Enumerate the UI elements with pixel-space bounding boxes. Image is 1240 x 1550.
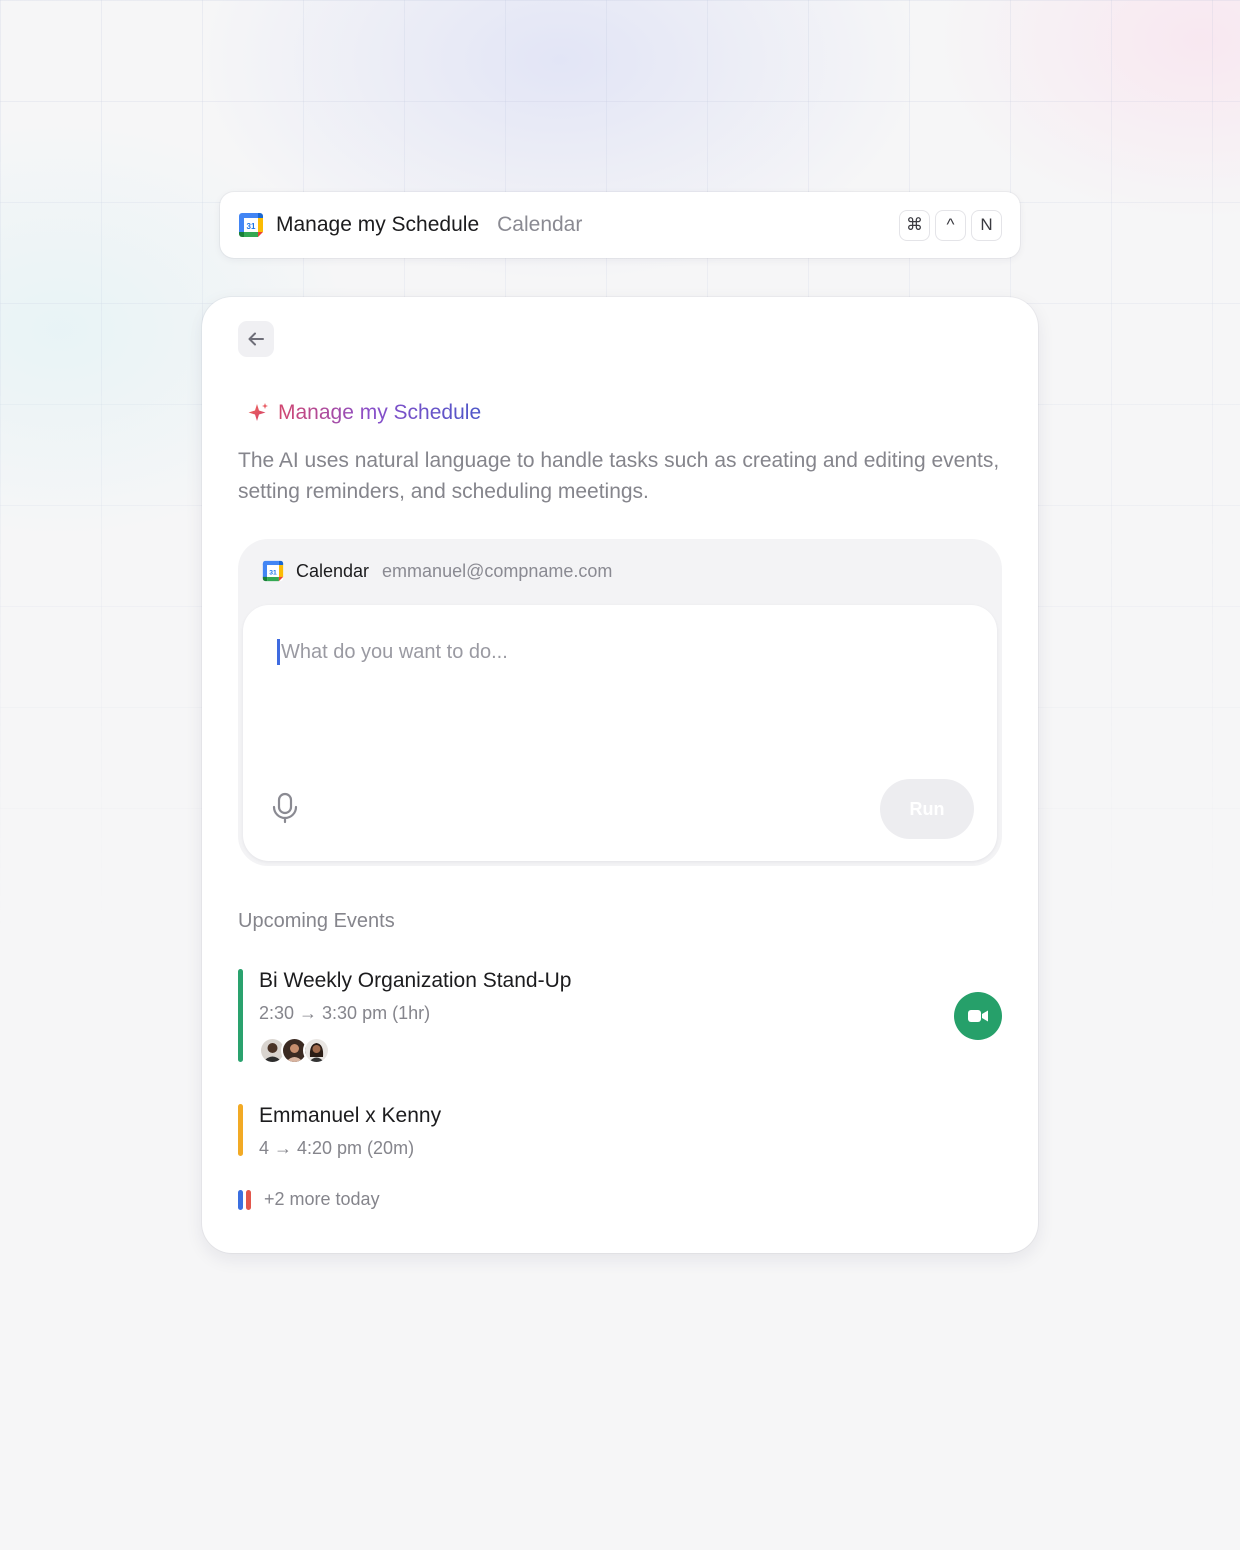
event-color-bar	[238, 1189, 243, 1210]
google-calendar-icon: 31	[262, 560, 284, 582]
event-time: 4 → 4:20 pm (20m)	[259, 1138, 415, 1158]
sparkle-icon	[248, 403, 268, 421]
microphone-icon[interactable]	[270, 791, 300, 825]
control-key: ^	[935, 209, 966, 241]
command-bar-title: Manage my Schedule	[276, 213, 480, 236]
command-bar[interactable]: 31 Manage my Schedule Calendar ⌘ ^ N	[220, 192, 1020, 258]
run-button[interactable]: Run	[880, 779, 974, 839]
arrow-left-icon	[248, 332, 264, 346]
feature-title-text: Manage my Schedule	[278, 401, 482, 424]
prompt-input[interactable]: What do you want to do...	[277, 639, 508, 665]
google-calendar-icon-text: 31	[247, 222, 256, 231]
shortcut-keys: ⌘ ^ N	[899, 209, 1002, 241]
google-calendar-icon: 31	[239, 213, 263, 237]
back-button[interactable]	[238, 321, 274, 357]
command-key: ⌘	[899, 209, 930, 241]
event-name: Bi Weekly Organization Stand-Up	[259, 969, 572, 992]
schedule-card: Manage my Schedule The AI uses natural l…	[202, 297, 1038, 1253]
avatar	[303, 1037, 330, 1064]
prompt-input-area[interactable]: What do you want to do... Run	[243, 605, 997, 861]
feature-title: Manage my Schedule	[246, 401, 481, 425]
event-color-bar	[246, 1189, 251, 1210]
command-bar-subtitle: Calendar	[497, 213, 583, 236]
event-time: 2:30 → 3:30 pm (1hr)	[259, 1003, 431, 1023]
event-color-bar	[238, 1104, 243, 1156]
feature-description: The AI uses natural language to handle t…	[238, 449, 1000, 503]
google-calendar-icon-text: 31	[269, 569, 277, 576]
event-color-bar	[238, 969, 243, 1062]
account-email: emmanuel@compname.com	[382, 560, 613, 581]
event-name: Emmanuel x Kenny	[259, 1104, 442, 1127]
upcoming-events-title: Upcoming Events	[238, 910, 395, 932]
n-key: N	[971, 209, 1002, 241]
video-camera-icon	[968, 1010, 988, 1022]
account-header: 31 Calendar emmanuel@compname.com	[262, 559, 612, 583]
more-events-link[interactable]: +2 more today	[238, 1189, 380, 1210]
join-video-button[interactable]	[954, 992, 1002, 1040]
event-item[interactable]: Emmanuel x Kenny 4 → 4:20 pm (20m)	[238, 1104, 1008, 1158]
attendee-avatars	[259, 1037, 330, 1064]
event-item[interactable]: Bi Weekly Organization Stand-Up 2:30 → 3…	[238, 969, 1008, 1064]
prompt-panel: 31 Calendar emmanuel@compname.com What d…	[238, 539, 1002, 866]
more-events-text: +2 more today	[264, 1189, 380, 1209]
account-app-label: Calendar	[296, 560, 370, 581]
